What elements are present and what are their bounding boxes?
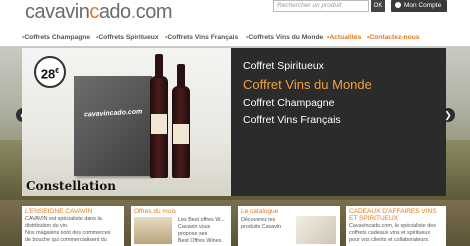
- slider-menu-item-champagne[interactable]: Coffret Champagne: [243, 97, 334, 109]
- nav-item-label: Coffrets Spiritueux: [98, 34, 159, 41]
- logo-text-accent: c: [89, 1, 99, 23]
- card-title: CADEAUX D'AFFAIRES VINS ET SPIRITUEUX: [349, 208, 437, 222]
- slider-menu-item-spiritueux[interactable]: Coffret Spiritueux: [243, 60, 324, 72]
- user-icon: [395, 2, 401, 8]
- slider-menu-item-vins-du-monde[interactable]: Coffret Vins du Monde: [243, 77, 372, 92]
- price-value: 28: [40, 66, 56, 82]
- account-button[interactable]: Mon Compte: [391, 0, 447, 12]
- wine-bottle-1: [150, 54, 168, 178]
- card-title: Offres du mois: [134, 208, 177, 215]
- main-nav: •Coffrets Champagne •Coffrets Spiritueux…: [0, 30, 470, 44]
- gift-box-image: [74, 76, 152, 176]
- site-logo[interactable]: cavavincado.com: [25, 1, 173, 24]
- card-text-line: distribution du vin.: [25, 223, 69, 229]
- nav-item-label: Actualités: [329, 34, 362, 41]
- info-cards: L'ENSEIGNE CAVAVIN CAVAVIN est spécialis…: [0, 200, 470, 246]
- search-submit-button[interactable]: OK: [371, 0, 385, 12]
- card-text-line: produits Cavavin: [241, 224, 282, 230]
- nav-item-label: Contactez-nous: [369, 34, 420, 41]
- card-text-line: pour vos clients et collaborateurs.: [349, 237, 430, 243]
- logo-text-part2: ado: [98, 1, 131, 23]
- nav-item-coffrets-vins-francais[interactable]: •Coffrets Vins Français: [165, 34, 238, 41]
- site-header: cavavincado.com Rechercher un produit OK…: [0, 0, 470, 30]
- price-badge: 28€: [34, 56, 66, 88]
- logo-text-tld: com: [135, 1, 173, 23]
- wine-bottle-2: [172, 64, 190, 178]
- card-title: Le catalogue: [241, 208, 279, 215]
- catalogue-image: [296, 216, 336, 244]
- card-text-line: Best Offres Wines.: [178, 238, 223, 244]
- price-currency: €: [55, 68, 60, 75]
- nav-item-coffrets-champagne[interactable]: •Coffrets Champagne: [22, 34, 90, 41]
- product-image[interactable]: 28€ cavavincado.com Constellation: [22, 48, 231, 196]
- card-offres[interactable]: Offres du mois Les Best offres W... Cava…: [131, 206, 231, 246]
- card-text-line: Les Best offres W...: [178, 217, 225, 223]
- search-input[interactable]: Rechercher un produit: [273, 0, 369, 12]
- nav-item-label: Coffrets Vins du Monde: [248, 34, 324, 41]
- card-text-line: Nos magasins sont des commerces: [25, 230, 111, 236]
- account-button-label: Mon Compte: [404, 2, 442, 9]
- slide-caption: Constellation: [26, 179, 116, 193]
- card-enseigne[interactable]: L'ENSEIGNE CAVAVIN CAVAVIN est spécialis…: [22, 206, 124, 246]
- card-text-line: Cavavin vous: [178, 224, 211, 230]
- nav-item-coffrets-vins-du-monde[interactable]: •Coffrets Vins du Monde: [246, 34, 323, 41]
- nav-item-actualites[interactable]: •Actualités: [327, 34, 361, 41]
- offer-image: [134, 217, 172, 244]
- nav-item-contact[interactable]: •Contactez-nous: [367, 34, 420, 41]
- logo-text-part1: cavavin: [25, 1, 90, 23]
- card-text-line: Découvrez les: [241, 217, 276, 223]
- card-text-line: de bouche qui commercialisent du: [25, 237, 107, 243]
- card-title: L'ENSEIGNE CAVAVIN: [25, 208, 93, 215]
- slider-panel: 28€ cavavincado.com Constellation Coffre…: [22, 48, 446, 196]
- card-text-line: coffrets cadeaux vins et spiritueux: [349, 230, 431, 236]
- slider-menu: Coffret Spiritueux Coffret Vins du Monde…: [231, 48, 446, 196]
- card-text-line: propose ses: [178, 231, 208, 237]
- slider-menu-item-vins-francais[interactable]: Coffret Vins Français: [243, 114, 341, 126]
- nav-item-label: Coffrets Champagne: [24, 34, 91, 41]
- card-text-line: CAVAVIN est spécialiste dans la: [25, 216, 102, 222]
- card-catalogue[interactable]: Le catalogue Découvrez les produits Cava…: [238, 206, 340, 246]
- nav-item-coffrets-spiritueux[interactable]: •Coffrets Spiritueux: [96, 34, 159, 41]
- nav-item-label: Coffrets Vins Français: [167, 34, 239, 41]
- card-cadeaux-affaires[interactable]: CADEAUX D'AFFAIRES VINS ET SPIRITUEUX Ca…: [346, 206, 446, 246]
- card-text-line: Cavavincado.com, le spécialiste des: [349, 223, 436, 229]
